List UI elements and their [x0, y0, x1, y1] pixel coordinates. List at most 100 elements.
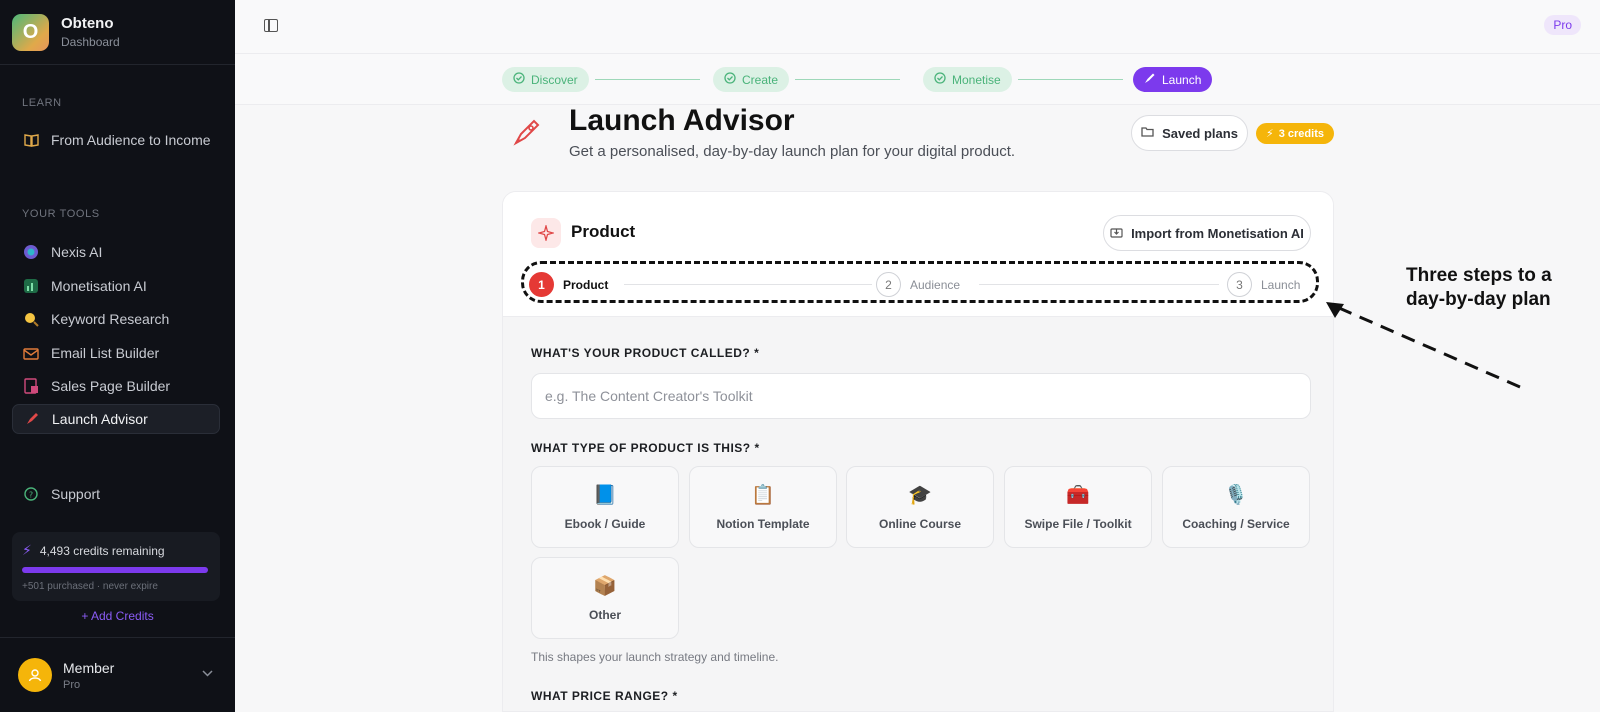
sidebar-item-label: Sales Page Builder — [51, 378, 171, 394]
saved-plans-button[interactable]: Saved plans — [1131, 115, 1248, 151]
clipboard-icon: 📋 — [751, 485, 775, 506]
annotation-line-1: Three steps to a — [1406, 265, 1552, 286]
import-label: Import from Monetisation AI — [1131, 225, 1304, 241]
product-name-input[interactable] — [531, 373, 1311, 419]
check-circle-icon — [934, 72, 946, 87]
member-plan: Pro — [63, 678, 81, 691]
sidebar-item-keyword-research[interactable]: Keyword Research — [12, 304, 220, 334]
substep-label: Product — [563, 277, 609, 292]
step-discover[interactable]: Discover — [502, 67, 589, 92]
book-icon — [22, 131, 40, 149]
download-icon — [1110, 226, 1123, 241]
sidebar-item-support[interactable]: ? Support — [12, 479, 220, 509]
member-menu[interactable]: Member Pro — [0, 637, 235, 712]
substep-connector — [624, 284, 872, 285]
svg-text:?: ? — [29, 491, 33, 500]
magnifier-icon — [22, 310, 40, 328]
substep-number: 3 — [1227, 272, 1252, 297]
avatar — [18, 658, 52, 692]
product-type-label: WHAT TYPE OF PRODUCT IS THIS? * — [531, 441, 760, 455]
sidebar-item-launch-advisor[interactable]: Launch Advisor — [12, 404, 220, 434]
plan-badge: Pro — [1544, 15, 1581, 35]
credits-cost-badge: ⚡︎ 3 credits — [1256, 123, 1334, 144]
toolbox-icon: 🧰 — [1066, 485, 1090, 506]
product-type-swipe-file[interactable]: 🧰 Swipe File / Toolkit — [1004, 466, 1152, 548]
product-type-other[interactable]: 📦 Other — [531, 557, 679, 639]
sidebar-item-label: Launch Advisor — [52, 411, 148, 427]
bolt-icon: ⚡︎ — [22, 542, 32, 558]
substep-number: 2 — [876, 272, 901, 297]
substep-label: Audience — [910, 277, 961, 292]
option-label: Coaching / Service — [1182, 517, 1290, 531]
graduation-cap-icon: 🎓 — [908, 485, 932, 506]
sidebar-item-from-audience-to-income[interactable]: From Audience to Income — [12, 125, 220, 155]
add-credits-link[interactable]: + Add Credits — [0, 609, 235, 623]
option-label: Swipe File / Toolkit — [1024, 517, 1132, 531]
product-type-notion-template[interactable]: 📋 Notion Template — [689, 466, 837, 548]
product-type-online-course[interactable]: 🎓 Online Course — [846, 466, 994, 548]
check-circle-icon — [724, 72, 736, 87]
mail-icon — [22, 344, 40, 362]
help-icon: ? — [22, 485, 40, 503]
step-connector — [1018, 79, 1123, 80]
substep-product[interactable]: 1 Product — [529, 272, 608, 297]
substep-audience[interactable]: 2 Audience — [876, 272, 960, 297]
book-icon: 📘 — [593, 485, 617, 506]
step-label: Monetise — [952, 72, 1001, 87]
microphone-icon: 🎙️ — [1224, 485, 1248, 506]
page-title: Launch Advisor — [569, 104, 795, 137]
substep-number: 1 — [529, 272, 554, 297]
step-label: Discover — [531, 72, 578, 87]
page-icon — [22, 377, 40, 395]
step-label: Create — [742, 72, 779, 87]
sidebar-item-monetisation-ai[interactable]: Monetisation AI — [12, 271, 220, 301]
saved-plans-label: Saved plans — [1162, 125, 1238, 141]
step-create[interactable]: Create — [713, 67, 790, 92]
step-label: Launch — [1162, 72, 1202, 87]
product-type-ebook[interactable]: 📘 Ebook / Guide — [531, 466, 679, 548]
import-monetisation-button[interactable]: Import from Monetisation AI — [1103, 215, 1311, 251]
sidebar-toggle-icon[interactable] — [264, 19, 278, 32]
credits-progress-bar — [22, 567, 208, 573]
credits-panel: ⚡︎ 4,493 credits remaining +501 purchase… — [12, 532, 220, 601]
substeps-highlight: 1 Product 2 Audience 3 Launch — [521, 261, 1319, 303]
substep-label: Launch — [1261, 277, 1301, 292]
learn-section-label: LEARN — [22, 97, 62, 109]
sidebar-item-label: From Audience to Income — [51, 132, 211, 148]
annotation-arrow — [1326, 302, 1521, 389]
app-logo: O — [12, 13, 49, 51]
sidebar-item-nexis-ai[interactable]: Nexis AI — [12, 237, 220, 267]
chart-icon — [22, 277, 40, 295]
option-label: Ebook / Guide — [564, 517, 646, 531]
member-name: Member — [63, 659, 115, 676]
product-name-label: WHAT'S YOUR PRODUCT CALLED? * — [531, 346, 760, 360]
step-connector — [795, 79, 900, 80]
step-connector — [595, 79, 700, 80]
sidebar-item-label: Email List Builder — [51, 345, 160, 361]
sidebar-item-email-list-builder[interactable]: Email List Builder — [12, 338, 220, 368]
product-type-hint: This shapes your launch strategy and tim… — [531, 650, 779, 664]
substep-connector — [979, 284, 1219, 285]
product-type-coaching[interactable]: 🎙️ Coaching / Service — [1162, 466, 1310, 548]
sidebar-item-sales-page-builder[interactable]: Sales Page Builder — [12, 371, 220, 401]
sidebar-item-label: Keyword Research — [51, 311, 170, 327]
sidebar-item-label: Monetisation AI — [51, 278, 147, 294]
workflow-stepper: Discover Create Monetise Launch — [235, 54, 1600, 105]
package-icon: 📦 — [593, 576, 617, 597]
card-title: Product — [571, 222, 636, 241]
substep-launch[interactable]: 3 Launch — [1227, 272, 1300, 297]
step-monetise[interactable]: Monetise — [923, 67, 1012, 92]
page-subtitle: Get a personalised, day-by-day launch pl… — [569, 143, 1016, 160]
rocket-icon — [510, 117, 542, 156]
option-label: Online Course — [878, 517, 961, 531]
tools-section-label: YOUR TOOLS — [22, 208, 100, 220]
folder-icon — [1141, 126, 1154, 140]
rocket-icon — [23, 410, 41, 428]
app-subtitle: Dashboard — [61, 35, 120, 49]
credits-sub: +501 purchased · never expire — [22, 581, 158, 592]
check-circle-icon — [513, 72, 525, 87]
step-launch[interactable]: Launch — [1133, 67, 1213, 92]
sidebar-item-label: Support — [51, 486, 101, 502]
product-form-card: Product Import from Monetisation AI 1 Pr… — [502, 191, 1334, 712]
brand[interactable]: O Obteno Dashboard — [0, 0, 235, 65]
